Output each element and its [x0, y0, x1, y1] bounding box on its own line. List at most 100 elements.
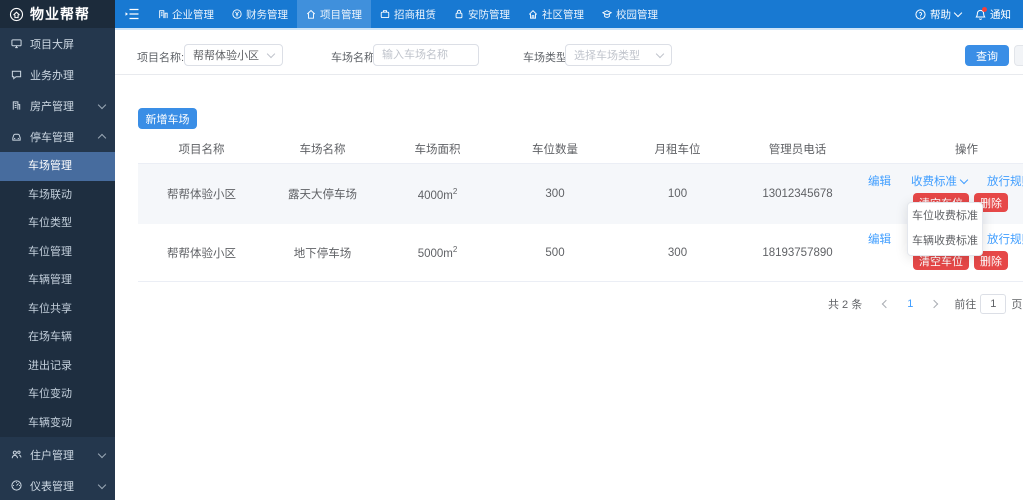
- fee-standard-dropdown[interactable]: 收费标准: [911, 173, 969, 189]
- app-window: 物业帮帮 企业管理 财务管理 项目管理 招商租赁 安防管理 社区管理 校园管理 …: [0, 0, 1023, 500]
- notification-menu[interactable]: 通知: [975, 6, 1011, 22]
- nav-item-finance[interactable]: 财务管理: [223, 0, 297, 28]
- chevron-down-icon: [953, 8, 963, 18]
- sidebar-sub-onsite-vehicles[interactable]: 在场车辆: [0, 323, 115, 352]
- col-space-count: 车位数量: [532, 144, 578, 156]
- cell-area: 5000m2: [417, 245, 458, 260]
- lot-type-select[interactable]: 选择车场类型: [565, 44, 672, 66]
- app-logo: 物业帮帮: [0, 0, 115, 28]
- menu-item-vehicle-fee[interactable]: 车辆收费标准: [908, 229, 982, 254]
- topbar-right: 帮助 通知: [915, 0, 1023, 28]
- sidebar-item-meters[interactable]: 仪表管理: [0, 470, 115, 500]
- chevron-down-icon: [97, 449, 107, 458]
- cell-spaces: 500: [545, 246, 565, 259]
- col-lot-area: 车场面积: [414, 144, 461, 156]
- cell-monthly: 100: [667, 188, 688, 200]
- coin-icon: [232, 9, 242, 19]
- add-parking-lot-button[interactable]: 新增车场: [138, 108, 197, 129]
- notification-badge: [982, 6, 987, 12]
- chevron-down-icon: [266, 49, 276, 59]
- col-actions: 操作: [955, 144, 978, 156]
- sidebar-sub-space-share[interactable]: 车位共享: [0, 295, 115, 324]
- pass-rules-link[interactable]: 放行规则: [987, 173, 1023, 189]
- car-icon: [11, 131, 22, 142]
- next-page-button[interactable]: [922, 299, 946, 309]
- nav-item-enterprise[interactable]: 企业管理: [149, 0, 223, 28]
- nav-item-campus[interactable]: 校园管理: [593, 0, 667, 28]
- top-navbar: 物业帮帮 企业管理 财务管理 项目管理 招商租赁 安防管理 社区管理 校园管理 …: [0, 0, 1023, 28]
- lot-name-input[interactable]: [373, 44, 479, 66]
- sidebar-sub-space-mgmt[interactable]: 车位管理: [0, 238, 115, 267]
- nav-item-security[interactable]: 安防管理: [445, 0, 519, 28]
- total-count: 共 2 条: [828, 299, 863, 311]
- cell-area: 4000m2: [417, 186, 458, 202]
- building-icon: [11, 100, 22, 111]
- cell-lot-name: 露天大停车场: [288, 189, 357, 201]
- graduation-cap-icon: [602, 9, 612, 19]
- chevron-down-icon: [959, 175, 969, 185]
- pagination: 共 2 条 1 前往 页 10条/页: [828, 293, 1023, 315]
- chevron-up-icon: [97, 133, 107, 142]
- project-name-select[interactable]: 帮帮体验小区: [184, 44, 283, 66]
- search-button[interactable]: 查询: [965, 45, 1009, 66]
- bell-icon: [975, 6, 987, 20]
- table-header-row: 项目名称 车场名称 车场面积 车位数量 月租车位 管理员电话 操作: [138, 135, 1023, 164]
- reset-button-partial[interactable]: [1014, 45, 1023, 66]
- sidebar-sub-vehicle-changes[interactable]: 车辆变动: [0, 409, 115, 438]
- chat-bubble-icon: [11, 69, 22, 80]
- app-title: 物业帮帮: [30, 6, 90, 22]
- page-unit-label: 页: [1011, 299, 1023, 311]
- parking-submenu: 车场管理 车场联动 车位类型 车位管理 车辆管理 车位共享 在场车辆 进出记录 …: [0, 152, 115, 437]
- nav-item-community[interactable]: 社区管理: [519, 0, 593, 28]
- cell-project: 帮帮体验小区: [167, 189, 236, 201]
- filter-bar: 项目名称: 帮帮体验小区 车场名称: 车场类型: 选择车场类型 查询: [115, 30, 1023, 75]
- building-icon: [158, 9, 168, 19]
- sidebar-sub-lot-linkage[interactable]: 车场联动: [0, 181, 115, 210]
- nav-item-project[interactable]: 项目管理: [297, 0, 371, 28]
- chevron-down-icon: [97, 100, 107, 109]
- goto-label: 前往: [954, 299, 977, 311]
- sidebar-sub-space-type[interactable]: 车位类型: [0, 209, 115, 238]
- menu-item-space-fee[interactable]: 车位收费标准: [908, 204, 982, 229]
- sidebar-sub-entry-exit-records[interactable]: 进出记录: [0, 352, 115, 381]
- sidebar-item-business[interactable]: 业务办理: [0, 59, 115, 90]
- sidebar-sub-vehicle-mgmt[interactable]: 车辆管理: [0, 266, 115, 295]
- lot-type-label: 车场类型:: [523, 52, 571, 64]
- sidebar-item-residents[interactable]: 住户管理: [0, 439, 115, 470]
- top-nav-menu: 企业管理 财务管理 项目管理 招商租赁 安防管理 社区管理 校园管理: [149, 0, 667, 28]
- fee-standard-menu: 车位收费标准 车辆收费标准: [907, 202, 983, 256]
- cell-phone: 18193757890: [762, 246, 833, 259]
- col-admin-phone: 管理员电话: [768, 144, 827, 156]
- sidebar-sub-space-changes[interactable]: 车位变动: [0, 380, 115, 409]
- goto-page-input[interactable]: [980, 294, 1007, 314]
- sidebar-collapse-button[interactable]: [115, 0, 149, 28]
- home-icon: [528, 9, 538, 19]
- sidebar: 项目大屏 业务办理 房产管理 停车管理 车场管理 车场联动 车位类型 车位管理 …: [0, 28, 115, 500]
- house-icon: [306, 9, 316, 19]
- chevron-down-icon: [655, 49, 665, 59]
- table-row: 帮帮体验小区 露天大停车场 4000m2 300 100 13012345678…: [138, 164, 1023, 224]
- users-icon: [11, 449, 22, 460]
- page-number[interactable]: 1: [898, 298, 922, 310]
- sidebar-item-property[interactable]: 房产管理: [0, 90, 115, 121]
- sidebar-sub-parking-lot-mgmt[interactable]: 车场管理: [0, 152, 115, 181]
- logo-icon: [9, 7, 24, 22]
- project-name-label: 项目名称:: [137, 52, 185, 64]
- sidebar-item-project-screen[interactable]: 项目大屏: [0, 28, 115, 59]
- table-row: 帮帮体验小区 地下停车场 5000m2 500 300 18193757890 …: [138, 224, 1023, 282]
- chevron-down-icon: [97, 480, 107, 489]
- main-content: 项目名称: 帮帮体验小区 车场名称: 车场类型: 选择车场类型 查询 新增车场 …: [115, 28, 1023, 500]
- col-lot-name: 车场名称: [299, 144, 346, 156]
- pass-rules-link[interactable]: 放行规则: [987, 231, 1023, 247]
- prev-page-button[interactable]: [874, 299, 898, 309]
- nav-item-leasing[interactable]: 招商租赁: [371, 0, 445, 28]
- lot-name-label: 车场名称:: [331, 52, 379, 64]
- edit-link[interactable]: 编辑: [868, 173, 891, 189]
- help-icon: [915, 8, 926, 20]
- gauge-icon: [11, 480, 22, 491]
- cell-monthly: 300: [667, 246, 688, 259]
- col-monthly-spaces: 月租车位: [654, 144, 701, 156]
- sidebar-item-parking[interactable]: 停车管理: [0, 121, 115, 152]
- help-menu[interactable]: 帮助: [915, 7, 963, 22]
- edit-link[interactable]: 编辑: [868, 231, 891, 247]
